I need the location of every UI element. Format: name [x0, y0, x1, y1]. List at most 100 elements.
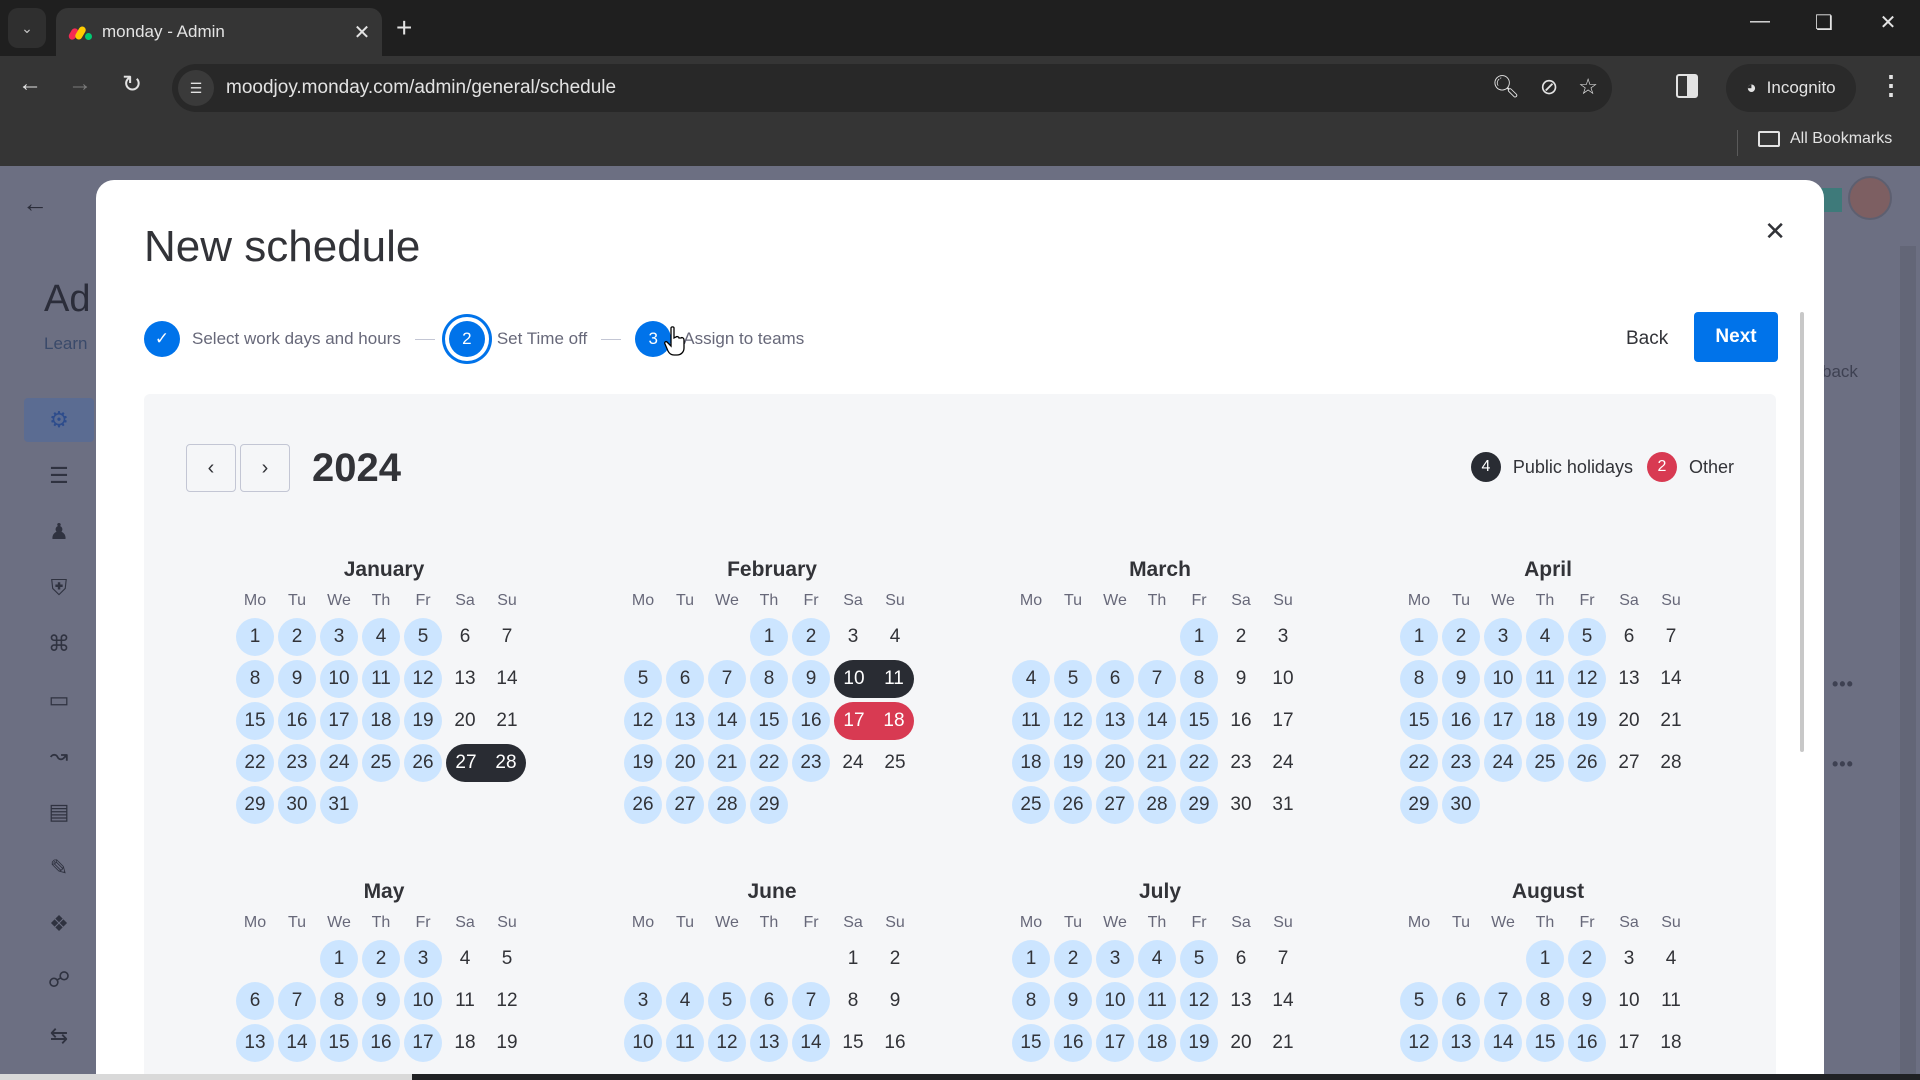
day-workday[interactable]: 2 [1568, 940, 1606, 978]
day-workday[interactable]: 1 [1180, 618, 1218, 656]
day-weekend[interactable]: 21 [1264, 1024, 1302, 1062]
day-weekend[interactable]: 23 [1222, 744, 1260, 782]
day-weekend[interactable]: 9 [1222, 660, 1260, 698]
day-workday[interactable]: 17 [320, 702, 358, 740]
day-workday[interactable]: 1 [1526, 940, 1564, 978]
day-workday[interactable]: 12 [1180, 982, 1218, 1020]
day-workday[interactable]: 25 [1526, 744, 1564, 782]
day-workday[interactable]: 15 [1526, 1024, 1564, 1062]
day-workday[interactable]: 7 [708, 660, 746, 698]
day-weekend[interactable]: 20 [1610, 702, 1648, 740]
step-set-time-off[interactable]: 2 Set Time off [448, 321, 587, 357]
zoom-icon[interactable]: 🔍︎ [1492, 74, 1520, 100]
tracking-protection-eye-off-icon[interactable]: ⊘ [1540, 74, 1558, 100]
day-workday[interactable]: 29 [1400, 786, 1438, 824]
side-panel-icon[interactable] [1676, 74, 1698, 98]
day-weekend[interactable]: 15 [834, 1024, 872, 1062]
day-workday[interactable]: 5 [1568, 618, 1606, 656]
day-workday[interactable]: 22 [236, 744, 274, 782]
day-workday[interactable]: 11 [666, 1024, 704, 1062]
day-workday[interactable]: 23 [792, 744, 830, 782]
browser-tab[interactable]: monday - Admin ✕ [56, 8, 382, 56]
day-workday[interactable]: 16 [792, 702, 830, 740]
day-weekend[interactable]: 18 [446, 1024, 484, 1062]
day-weekend[interactable]: 7 [1264, 940, 1302, 978]
day-workday[interactable]: 15 [750, 702, 788, 740]
day-workday[interactable]: 18 [1138, 1024, 1176, 1062]
tab-search-button[interactable]: ⌄ [8, 8, 46, 48]
day-weekend[interactable]: 12 [488, 982, 526, 1020]
day-workday[interactable]: 14 [792, 1024, 830, 1062]
day-weekend[interactable]: 20 [446, 702, 484, 740]
day-workday[interactable]: 1 [1012, 940, 1050, 978]
day-workday[interactable]: 3 [1096, 940, 1134, 978]
day-workday[interactable]: 18 [1526, 702, 1564, 740]
day-workday[interactable]: 2 [1442, 618, 1480, 656]
day-workday[interactable]: 18 [362, 702, 400, 740]
day-workday[interactable]: 16 [1442, 702, 1480, 740]
day-weekend[interactable]: 11 [446, 982, 484, 1020]
day-workday[interactable]: 5 [404, 618, 442, 656]
day-weekend[interactable]: 10 [1264, 660, 1302, 698]
day-workday[interactable]: 10 [1096, 982, 1134, 1020]
day-workday[interactable]: 2 [278, 618, 316, 656]
day-weekend[interactable]: 13 [1610, 660, 1648, 698]
address-bar[interactable]: ☰ moodjoy.monday.com/admin/general/sched… [172, 64, 1612, 112]
day-workday[interactable]: 17 [1484, 702, 1522, 740]
day-workday[interactable]: 4 [1138, 940, 1176, 978]
day-workday[interactable]: 14 [1138, 702, 1176, 740]
day-workday[interactable]: 29 [1180, 786, 1218, 824]
day-workday[interactable]: 4 [362, 618, 400, 656]
day-weekend[interactable]: 3 [1610, 940, 1648, 978]
day-workday[interactable]: 6 [236, 982, 274, 1020]
day-workday[interactable]: 3 [624, 982, 662, 1020]
day-weekend[interactable]: 14 [1264, 982, 1302, 1020]
day-workday[interactable]: 3 [404, 940, 442, 978]
day-workday[interactable]: 5 [1400, 982, 1438, 1020]
day-workday[interactable]: 28 [1138, 786, 1176, 824]
day-workday[interactable]: 14 [1484, 1024, 1522, 1062]
day-workday[interactable]: 15 [320, 1024, 358, 1062]
day-workday[interactable]: 23 [278, 744, 316, 782]
day-workday[interactable]: 17 [404, 1024, 442, 1062]
day-weekend[interactable]: 28 [1652, 744, 1690, 782]
day-weekend[interactable]: 8 [834, 982, 872, 1020]
day-workday[interactable]: 26 [404, 744, 442, 782]
day-weekend[interactable]: 9 [876, 982, 914, 1020]
day-workday[interactable]: 15 [236, 702, 274, 740]
day-workday[interactable]: 6 [1442, 982, 1480, 1020]
day-workday[interactable]: 22 [1400, 744, 1438, 782]
day-weekend[interactable]: 10 [1610, 982, 1648, 1020]
day-workday[interactable]: 26 [1568, 744, 1606, 782]
day-workday[interactable]: 28 [708, 786, 746, 824]
day-weekend[interactable]: 6 [446, 618, 484, 656]
day-weekend[interactable]: 2 [876, 940, 914, 978]
day-workday[interactable]: 26 [1054, 786, 1092, 824]
day-workday[interactable]: 1 [236, 618, 274, 656]
day-workday[interactable]: 8 [1180, 660, 1218, 698]
day-weekend[interactable]: 11 [1652, 982, 1690, 1020]
day-public-holiday[interactable]: 27 [446, 744, 486, 782]
day-weekend[interactable]: 13 [1222, 982, 1260, 1020]
day-workday[interactable]: 14 [708, 702, 746, 740]
day-workday[interactable]: 18 [1012, 744, 1050, 782]
minimize-button[interactable]: — [1740, 10, 1780, 33]
day-workday[interactable]: 6 [1096, 660, 1134, 698]
day-workday[interactable]: 31 [320, 786, 358, 824]
back-arrow-icon[interactable]: ← [12, 70, 48, 98]
day-workday[interactable]: 16 [362, 1024, 400, 1062]
day-workday[interactable]: 13 [750, 1024, 788, 1062]
incognito-badge[interactable]: ◕ Incognito [1726, 64, 1856, 112]
day-workday[interactable]: 29 [236, 786, 274, 824]
day-workday[interactable]: 19 [404, 702, 442, 740]
day-workday[interactable]: 11 [362, 660, 400, 698]
day-workday[interactable]: 10 [404, 982, 442, 1020]
day-workday[interactable]: 6 [666, 660, 704, 698]
day-other-time-off[interactable]: 18 [874, 702, 914, 740]
day-workday[interactable]: 19 [1054, 744, 1092, 782]
day-weekend[interactable]: 2 [1222, 618, 1260, 656]
day-workday[interactable]: 9 [1568, 982, 1606, 1020]
day-workday[interactable]: 29 [750, 786, 788, 824]
day-workday[interactable]: 16 [278, 702, 316, 740]
modal-scrollbar[interactable] [1800, 312, 1804, 752]
